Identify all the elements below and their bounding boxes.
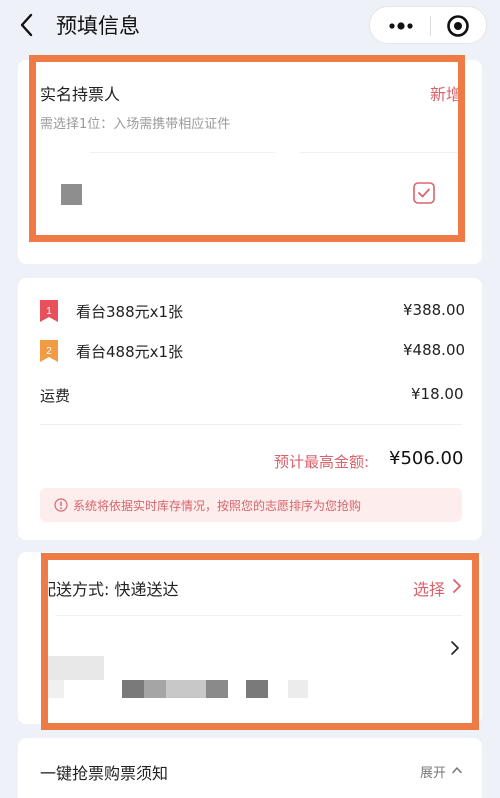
divider <box>55 615 462 616</box>
address-redacted <box>122 680 144 698</box>
chevron-left-icon[interactable] <box>16 12 40 38</box>
rank-ribbon-icon: 2 <box>40 340 58 362</box>
notice-text: 系统将依据实时库存情况，按照您的志愿排序为您抢购 <box>73 499 362 513</box>
divider <box>40 424 462 425</box>
address-redacted <box>166 680 206 698</box>
chevron-right-icon[interactable] <box>450 640 460 656</box>
chevron-up-icon[interactable] <box>451 765 463 775</box>
checkbox-checked-icon[interactable] <box>412 181 436 205</box>
expand-button[interactable]: 展开 <box>420 762 446 781</box>
target-circle-icon[interactable] <box>446 14 470 38</box>
select-delivery-button[interactable]: 选择 <box>413 576 445 600</box>
address-redacted <box>288 680 308 698</box>
order-item-label: 看台388元x1张 <box>76 303 184 321</box>
ticket-holder-hint: 需选择1位：入场需携带相应证件 <box>40 117 231 132</box>
shipping-fee-label: 运费 <box>40 387 71 405</box>
divider <box>90 152 275 153</box>
ticket-holder-title: 实名持票人 <box>40 85 121 104</box>
more-dots-icon[interactable] <box>384 14 418 38</box>
address-redacted <box>144 680 166 698</box>
navigation-bar: 预填信息 <box>0 0 500 52</box>
address-redacted[interactable] <box>48 656 104 680</box>
order-item-price: ¥388.00 <box>403 301 466 319</box>
divider <box>300 152 458 153</box>
total-label: 预计最高金额: <box>274 453 370 471</box>
add-holder-button[interactable]: 新增 <box>430 81 462 105</box>
page-title: 预填信息 <box>56 14 140 38</box>
shipping-fee-value: ¥18.00 <box>411 385 464 403</box>
rank-number: 2 <box>46 346 52 357</box>
rank-number: 1 <box>46 306 52 317</box>
mini-program-capsule <box>369 6 487 44</box>
info-circle-icon <box>54 498 68 512</box>
order-item-label: 看台488元x1张 <box>76 343 184 361</box>
rank-ribbon-icon: 1 <box>40 300 58 322</box>
chevron-right-icon[interactable] <box>452 578 462 594</box>
address-redacted <box>46 680 64 698</box>
holder-name-redacted <box>61 184 82 205</box>
total-amount: ¥506.00 <box>389 448 464 469</box>
order-item-price: ¥488.00 <box>403 341 466 359</box>
purchase-guide-title: 一键抢票购票须知 <box>40 764 169 783</box>
delivery-method-label: 配送方式: 快递送达 <box>40 580 179 599</box>
address-redacted <box>206 680 228 698</box>
capsule-divider <box>430 16 431 36</box>
address-redacted <box>246 680 268 698</box>
